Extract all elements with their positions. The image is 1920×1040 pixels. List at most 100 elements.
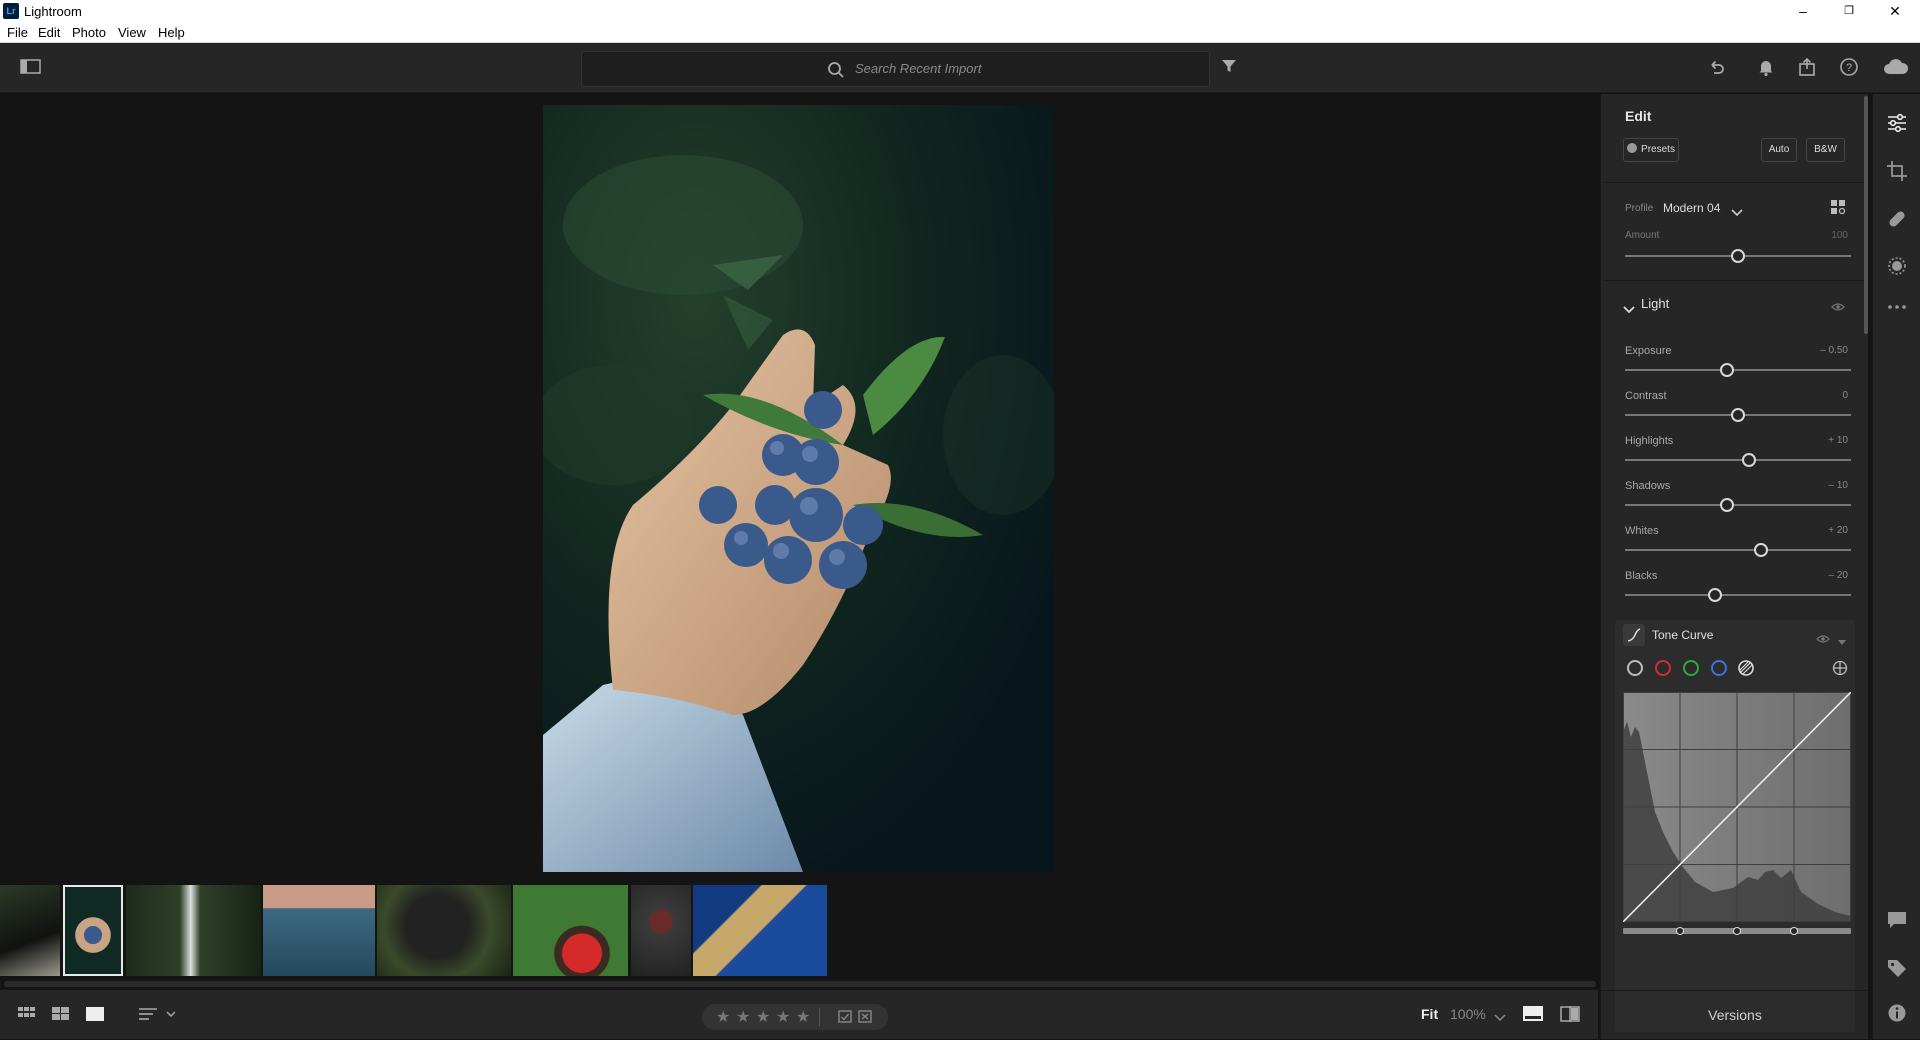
star-3[interactable]: ★ <box>756 1007 770 1027</box>
amount-slider-track[interactable] <box>1625 249 1851 263</box>
menu-photo[interactable]: Photo <box>72 25 106 40</box>
healing-bandage-icon[interactable] <box>1886 208 1908 230</box>
blacks-value[interactable]: – 20 <box>1829 570 1848 581</box>
tone-curve-menu-chevron-icon[interactable] <box>1838 633 1846 651</box>
star-rating[interactable]: ★ ★ ★ ★ ★ <box>702 1004 888 1030</box>
light-collapse-chevron-icon[interactable] <box>1623 301 1635 319</box>
amount-slider-knob[interactable] <box>1731 249 1745 263</box>
blue-channel-icon[interactable] <box>1711 660 1727 676</box>
compare-icon[interactable] <box>1560 1006 1580 1027</box>
thumbnail-gorilla[interactable] <box>377 885 511 976</box>
tag-icon[interactable] <box>1886 957 1908 979</box>
light-visibility-eye-icon[interactable] <box>1831 299 1845 317</box>
thumbnail-waterfall[interactable] <box>126 885 261 976</box>
single-view-icon[interactable] <box>86 1007 104 1028</box>
star-2[interactable]: ★ <box>736 1007 750 1027</box>
auto-button[interactable]: Auto <box>1761 138 1797 162</box>
flag-reject-icon[interactable] <box>858 1010 872 1029</box>
blacks-slider-knob[interactable] <box>1708 588 1723 602</box>
whites-slider-knob[interactable] <box>1753 543 1768 557</box>
whites-value[interactable]: + 20 <box>1828 525 1848 536</box>
undo-icon[interactable] <box>1707 57 1729 79</box>
more-options-icon[interactable] <box>1886 296 1908 318</box>
versions-button[interactable]: Versions <box>1601 990 1869 1039</box>
cloud-icon[interactable] <box>1882 57 1910 79</box>
grid-small-icon[interactable] <box>18 1007 36 1028</box>
tone-curve-title[interactable]: Tone Curve <box>1652 628 1713 642</box>
whites-slider-track[interactable] <box>1625 543 1851 557</box>
zoom-level[interactable]: 100% <box>1450 1006 1486 1022</box>
contrast-slider-knob[interactable] <box>1731 408 1745 422</box>
highlights-slider-knob[interactable] <box>1742 453 1757 467</box>
share-icon[interactable] <box>1797 57 1819 79</box>
shadows-value[interactable]: – 10 <box>1829 480 1848 491</box>
close-button[interactable]: ✕ <box>1872 0 1918 22</box>
profile-label: Profile <box>1625 203 1654 214</box>
star-5[interactable]: ★ <box>796 1007 810 1027</box>
targeted-adjustment-icon[interactable] <box>1832 660 1848 681</box>
edit-panel-scrollbar[interactable] <box>1864 96 1868 334</box>
main-photo[interactable] <box>543 105 1054 872</box>
flag-pick-icon[interactable] <box>838 1010 852 1029</box>
panel-toggle-icon[interactable] <box>20 58 42 80</box>
contrast-slider-track[interactable] <box>1625 408 1851 422</box>
photo-canvas[interactable] <box>0 94 1598 880</box>
edit-panel: Edit Presets Auto B&W Profile Modern 04 … <box>1600 94 1869 1039</box>
minimize-button[interactable]: – <box>1780 0 1826 22</box>
exposure-slider-knob[interactable] <box>1719 363 1734 377</box>
grid-large-icon[interactable] <box>52 1007 70 1028</box>
menu-file[interactable]: File <box>7 25 28 40</box>
light-section-title[interactable]: Light <box>1641 296 1669 311</box>
menu-help[interactable]: Help <box>158 25 185 40</box>
search-bar[interactable]: Search Recent Import <box>581 51 1210 87</box>
filmstrip-toggle-icon[interactable] <box>1523 1006 1543 1027</box>
menu-edit[interactable]: Edit <box>38 25 60 40</box>
bw-button[interactable]: B&W <box>1806 138 1845 162</box>
help-icon[interactable]: ? <box>1839 57 1861 79</box>
tone-curve-graph[interactable] <box>1622 691 1852 923</box>
masking-icon[interactable] <box>1886 255 1908 277</box>
sort-icon[interactable] <box>139 1007 176 1028</box>
profile-dropdown[interactable]: Modern 04 <box>1663 201 1720 215</box>
contrast-value[interactable]: 0 <box>1842 390 1848 401</box>
range-handle-shadows[interactable] <box>1676 927 1684 935</box>
range-handle-highlights[interactable] <box>1790 927 1798 935</box>
thumbnail-blueberries-hand[interactable] <box>63 885 123 976</box>
green-channel-icon[interactable] <box>1683 660 1699 676</box>
star-4[interactable]: ★ <box>776 1007 790 1027</box>
thumbnail-greek-columns[interactable] <box>693 885 827 976</box>
filter-icon[interactable] <box>1220 57 1242 79</box>
edit-sliders-icon[interactable] <box>1886 112 1908 134</box>
highlights-slider-track[interactable] <box>1625 453 1851 467</box>
shadows-slider-track[interactable] <box>1625 498 1851 512</box>
thumbnail-cake[interactable] <box>631 885 691 976</box>
tone-curve-icon[interactable] <box>1623 624 1645 646</box>
maximize-button[interactable]: ❐ <box>1826 0 1872 22</box>
range-handle-midtones[interactable] <box>1733 927 1741 935</box>
star-1[interactable]: ★ <box>716 1007 730 1027</box>
profile-chevron-icon[interactable] <box>1731 204 1743 222</box>
exposure-label: Exposure <box>1625 345 1672 357</box>
comment-icon[interactable] <box>1886 909 1908 931</box>
blacks-slider-track[interactable] <box>1625 588 1851 602</box>
menu-view[interactable]: View <box>118 25 146 40</box>
thumbnail-woman-red-dress[interactable] <box>513 885 628 976</box>
exposure-slider-track[interactable] <box>1625 363 1851 377</box>
point-curve-channel-icon[interactable] <box>1627 660 1643 676</box>
thumbnail-bird[interactable] <box>0 885 60 976</box>
parametric-curve-icon[interactable] <box>1737 659 1755 682</box>
thumbnail-ocean-jump[interactable] <box>263 885 375 976</box>
info-icon[interactable] <box>1886 1002 1908 1024</box>
zoom-dropdown-chevron-icon[interactable] <box>1494 1009 1506 1027</box>
zoom-fit-button[interactable]: Fit <box>1421 1006 1438 1022</box>
shadows-slider-knob[interactable] <box>1719 498 1734 512</box>
presets-button[interactable]: Presets <box>1623 138 1679 162</box>
bell-icon[interactable] <box>1756 57 1778 79</box>
red-channel-icon[interactable] <box>1655 660 1671 676</box>
profile-browser-icon[interactable] <box>1831 200 1847 221</box>
highlights-value[interactable]: + 10 <box>1828 435 1848 446</box>
exposure-value[interactable]: – 0.50 <box>1820 345 1848 356</box>
tone-curve-visibility-eye-icon[interactable] <box>1816 631 1830 649</box>
filmstrip-scrollbar[interactable] <box>4 981 1596 987</box>
crop-icon[interactable] <box>1886 160 1908 182</box>
